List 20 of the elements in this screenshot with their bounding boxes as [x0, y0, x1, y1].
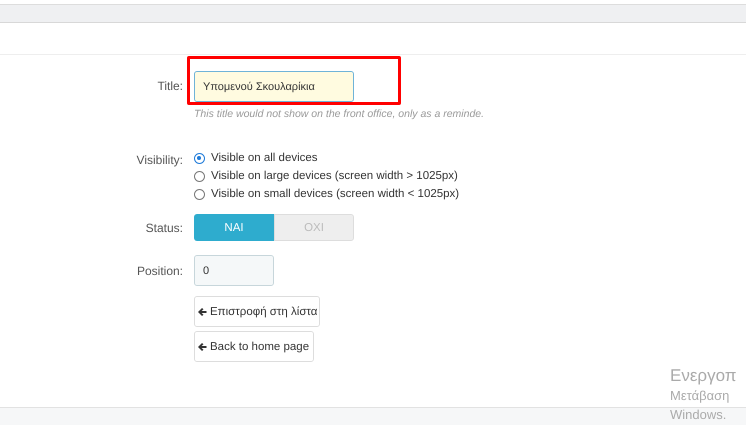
title-label: Title: — [156, 79, 184, 93]
radio-button[interactable] — [194, 170, 205, 182]
visibility-label: Visibility: — [136, 153, 184, 167]
arrow-left-icon — [197, 342, 207, 352]
activation-notice-text: Ενεργοπ — [670, 366, 737, 386]
radio-button[interactable] — [194, 152, 205, 164]
radio-button[interactable] — [194, 188, 205, 200]
position-input[interactable]: 0 — [194, 255, 274, 286]
help-text: This title would not show on the front office, only as a reminde. — [194, 108, 484, 120]
radio-label[interactable]: Visible on all devices — [211, 152, 318, 164]
back-button[interactable]: Back to home page — [194, 331, 314, 362]
activation-notice-text: Μετάβαση — [670, 387, 730, 405]
status-label: Status: — [144, 220, 184, 234]
activation-notice-text: Windows. — [670, 406, 728, 424]
title-input[interactable]: Υπομενού Σκουλαρίκια — [194, 71, 354, 102]
arrow-left-icon — [197, 306, 207, 316]
position-label: Position: — [136, 264, 184, 278]
radio-label[interactable]: Visible on large devices (screen width > 1025px) — [211, 170, 458, 182]
back-button[interactable]: Επιστροφή στη λίστα — [194, 296, 320, 327]
radio-label[interactable]: Visible on small devices (screen width < 1025px) — [211, 188, 460, 200]
